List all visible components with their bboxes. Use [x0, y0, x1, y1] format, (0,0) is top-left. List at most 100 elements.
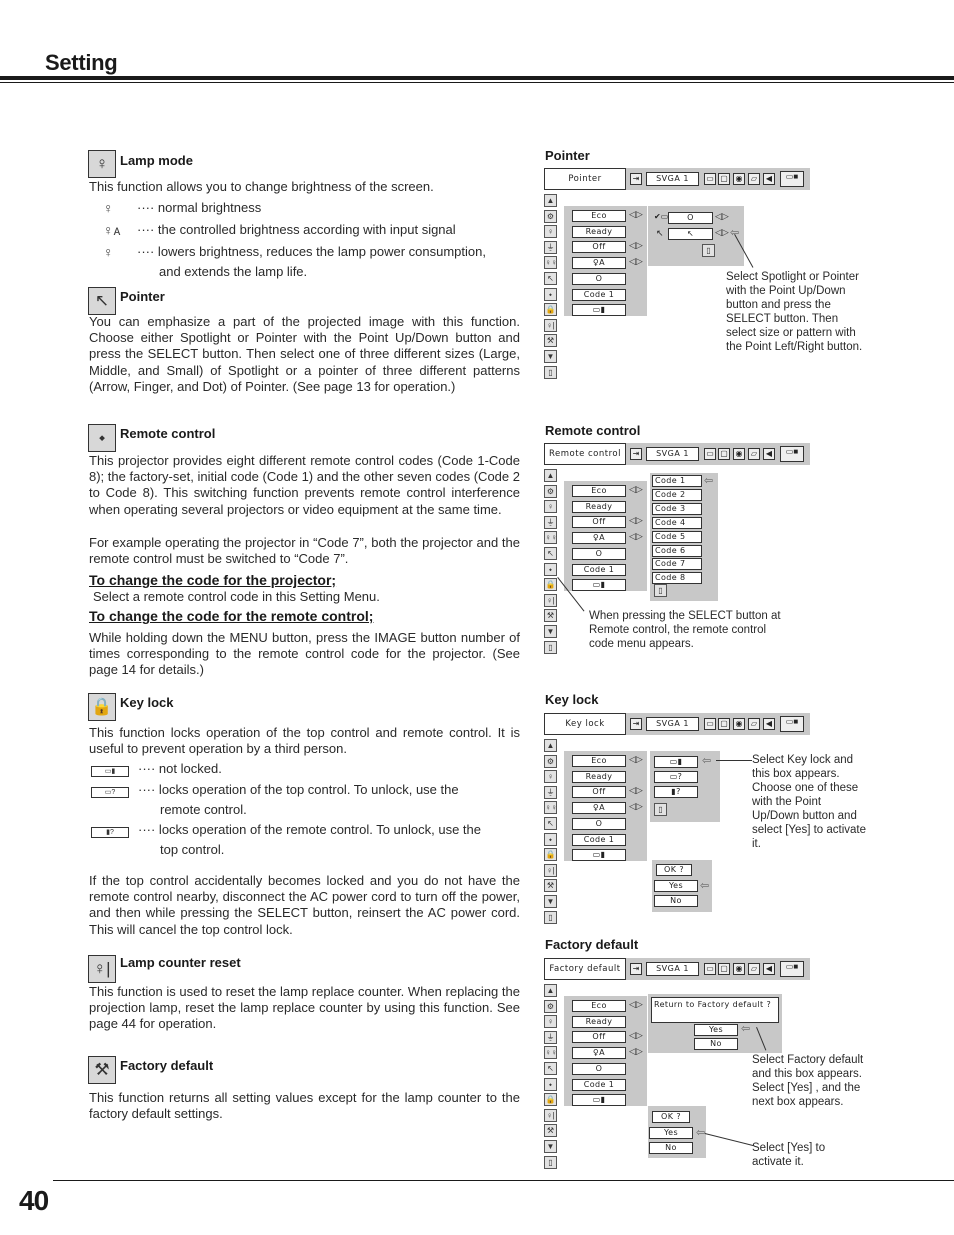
no-button[interactable]: No — [649, 1142, 693, 1154]
remote-control-icon[interactable]: ⬩ — [544, 562, 557, 576]
standby-field[interactable]: Ready — [572, 770, 626, 783]
lamp-field[interactable]: ♀A — [572, 1047, 626, 1060]
input-icon[interactable]: ⇥ — [630, 963, 642, 975]
lamp-mode-field[interactable]: Eco — [572, 210, 626, 222]
lamp-mode-icon[interactable]: ⚙ — [544, 754, 557, 768]
key-lock-icon[interactable]: 🔒 — [544, 1093, 557, 1107]
image-adjust-icon[interactable]: ◉ — [733, 963, 745, 975]
exit-icon[interactable]: ▯ — [654, 803, 667, 816]
factory-default-icon[interactable]: ⚒ — [544, 879, 557, 893]
pointer-field[interactable]: ↖ — [668, 228, 713, 240]
remote-code-field[interactable]: Code 1 — [572, 288, 626, 301]
key-lock-field[interactable]: ▭▮ — [572, 579, 626, 592]
pc-adjust-icon[interactable]: ▭ — [704, 718, 716, 730]
lamp-mode-field[interactable]: Eco — [572, 755, 626, 767]
exit-icon[interactable]: ▯ — [702, 244, 715, 257]
factory-default-icon[interactable]: ⚒ — [544, 609, 557, 623]
lamp-mode-field[interactable]: Eco — [572, 485, 626, 497]
exit-icon[interactable]: ▯ — [544, 640, 557, 654]
image-select-icon[interactable]: ▢ — [718, 718, 730, 730]
lamp-select-icon[interactable]: ♀♀ — [544, 1046, 557, 1060]
down-arrow-icon[interactable]: ▼ — [544, 624, 557, 638]
code-option[interactable]: Code 6 — [652, 544, 702, 557]
yes-button[interactable]: Yes — [649, 1127, 693, 1139]
spotlight-field[interactable]: O — [668, 212, 713, 224]
pc-adjust-icon[interactable]: ▭ — [704, 963, 716, 975]
setting-icon[interactable]: ▭■ — [780, 716, 804, 732]
code-option[interactable]: Code 7 — [652, 558, 702, 571]
lock-option[interactable]: ▮? — [654, 786, 698, 798]
remote-code-field[interactable]: Code 1 — [572, 563, 626, 576]
pc-adjust-icon[interactable]: ▭ — [704, 173, 716, 185]
lamp-counter-icon[interactable]: ♀| — [544, 593, 557, 607]
key-lock-icon[interactable]: 🔒 — [544, 848, 557, 862]
image-adjust-icon[interactable]: ◉ — [733, 448, 745, 460]
power-icon[interactable]: ⏚ — [544, 240, 557, 254]
lamp-counter-icon[interactable]: ♀| — [544, 863, 557, 877]
pointer-icon[interactable]: ↖ — [544, 271, 557, 285]
remote-control-icon[interactable]: ⬩ — [544, 287, 557, 301]
code-option[interactable]: Code 3 — [652, 502, 702, 515]
screen-icon[interactable]: ▱ — [748, 963, 760, 975]
standby-field[interactable]: Ready — [572, 1015, 626, 1028]
up-arrow-icon[interactable]: ▲ — [544, 739, 557, 752]
image-select-icon[interactable]: ▢ — [718, 173, 730, 185]
lamp-select-icon[interactable]: ♀♀ — [544, 801, 557, 815]
input-icon[interactable]: ⇥ — [630, 718, 642, 730]
remote-code-field[interactable]: Code 1 — [572, 833, 626, 846]
input-icon[interactable]: ⇥ — [630, 173, 642, 185]
code-option[interactable]: Code 4 — [652, 516, 702, 529]
code-option[interactable]: Code 2 — [652, 488, 702, 501]
lock-option[interactable]: ▭? — [654, 771, 698, 783]
no-button[interactable]: No — [694, 1038, 738, 1050]
key-lock-field[interactable]: ▭▮ — [572, 1094, 626, 1107]
image-select-icon[interactable]: ▢ — [718, 963, 730, 975]
factory-default-icon[interactable]: ⚒ — [544, 334, 557, 348]
lock-option[interactable]: ▭▮ — [654, 756, 698, 768]
up-arrow-icon[interactable]: ▲ — [544, 984, 557, 997]
lamp-mode-icon[interactable]: ⚙ — [544, 209, 557, 223]
setting-icon[interactable]: ▭■ — [780, 446, 804, 462]
down-arrow-icon[interactable]: ▼ — [544, 1139, 557, 1153]
power-management-field[interactable]: Off — [572, 516, 626, 529]
lamp-counter-icon[interactable]: ♀| — [544, 318, 557, 332]
key-lock-field[interactable]: ▭▮ — [572, 849, 626, 862]
lamp-counter-icon[interactable]: ♀| — [544, 1108, 557, 1122]
yes-button[interactable]: Yes — [694, 1024, 738, 1036]
screen-icon[interactable]: ▱ — [748, 173, 760, 185]
no-button[interactable]: No — [654, 895, 698, 907]
yes-button[interactable]: Yes — [654, 880, 698, 892]
power-icon[interactable]: ⏚ — [544, 785, 557, 799]
lamp-icon[interactable]: ♀ — [544, 500, 557, 514]
power-icon[interactable]: ⏚ — [544, 1030, 557, 1044]
lamp-select-icon[interactable]: ♀♀ — [544, 531, 557, 545]
pc-adjust-icon[interactable]: ▭ — [704, 448, 716, 460]
sound-icon[interactable]: ◀ — [763, 963, 775, 975]
up-arrow-icon[interactable]: ▲ — [544, 469, 557, 482]
input-icon[interactable]: ⇥ — [630, 448, 642, 460]
lamp-field[interactable]: ♀A — [572, 257, 626, 270]
power-management-field[interactable]: Off — [572, 786, 626, 799]
exit-icon[interactable]: ▯ — [544, 910, 557, 924]
lamp-icon[interactable]: ♀ — [544, 770, 557, 784]
key-lock-field[interactable]: ▭▮ — [572, 304, 626, 317]
standby-field[interactable]: Ready — [572, 225, 626, 238]
exit-icon[interactable]: ▯ — [544, 1155, 557, 1169]
screen-icon[interactable]: ▱ — [748, 718, 760, 730]
key-lock-icon[interactable]: 🔒 — [544, 578, 557, 592]
exit-icon[interactable]: ▯ — [544, 365, 557, 379]
power-management-field[interactable]: Off — [572, 241, 626, 254]
remote-control-icon[interactable]: ⬩ — [544, 832, 557, 846]
lamp-field[interactable]: ♀A — [572, 802, 626, 815]
image-select-icon[interactable]: ▢ — [718, 448, 730, 460]
sound-icon[interactable]: ◀ — [763, 718, 775, 730]
pointer-icon[interactable]: ↖ — [544, 1061, 557, 1075]
remote-code-field[interactable]: Code 1 — [572, 1078, 626, 1091]
image-adjust-icon[interactable]: ◉ — [733, 718, 745, 730]
lamp-mode-icon[interactable]: ⚙ — [544, 999, 557, 1013]
lamp-select-icon[interactable]: ♀♀ — [544, 256, 557, 270]
key-lock-icon[interactable]: 🔒 — [544, 303, 557, 317]
lamp-mode-icon[interactable]: ⚙ — [544, 484, 557, 498]
up-arrow-icon[interactable]: ▲ — [544, 194, 557, 207]
lamp-icon[interactable]: ♀ — [544, 225, 557, 239]
